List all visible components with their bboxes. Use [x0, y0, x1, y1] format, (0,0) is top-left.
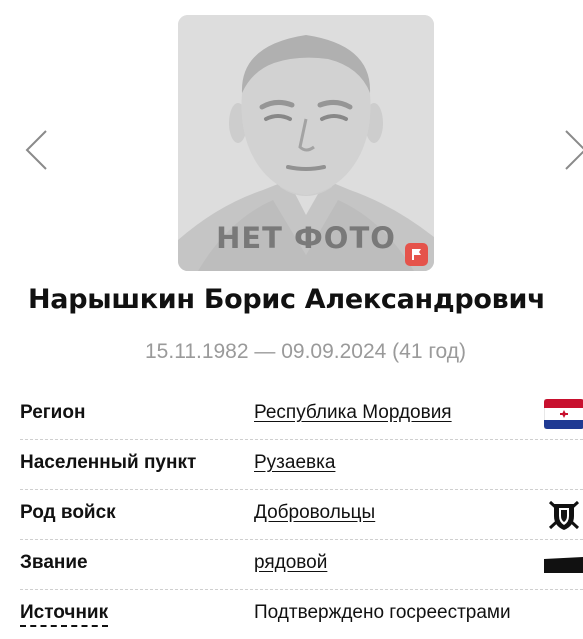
info-label-source[interactable]: Источник [20, 602, 109, 627]
flag-icon[interactable] [405, 243, 428, 266]
info-row-rank: Звание рядовой [20, 540, 583, 590]
info-label-region: Регион [20, 402, 86, 423]
chevron-left-icon[interactable] [24, 128, 50, 172]
info-label-rank: Звание [20, 552, 88, 573]
info-value-source: Подтверждено госреестрами [254, 602, 511, 623]
no-photo-label: НЕТ ФОТО [216, 221, 396, 255]
info-table: Регион Республика Мордовия Населенный пу… [20, 390, 583, 639]
info-row-region: Регион Республика Мордовия [20, 390, 583, 440]
info-row-service-branch: Род войск Добровольцы [20, 490, 583, 540]
person-profile-card: НЕТ ФОТО Нарышкин Борис Александрович 15… [0, 0, 583, 639]
info-label-service-branch: Род войск [20, 502, 116, 523]
life-dates: 15.11.1982 — 09.09.2024 (41 год) [145, 340, 466, 363]
portrait-placeholder: НЕТ ФОТО [178, 15, 434, 271]
rank-insignia-icon [544, 557, 583, 578]
mordovia-flag-icon [543, 398, 583, 434]
info-row-source: Источник Подтверждено госреестрами [20, 590, 583, 639]
volunteers-emblem-icon [546, 498, 582, 537]
info-link-rank[interactable]: рядовой [254, 552, 327, 574]
person-name: Нарышкин Борис Александрович [28, 284, 546, 315]
chevron-right-icon[interactable] [562, 128, 583, 172]
info-row-settlement: Населенный пункт Рузаевка [20, 440, 583, 490]
info-label-settlement: Населенный пункт [20, 452, 197, 473]
info-link-settlement[interactable]: Рузаевка [254, 452, 335, 474]
info-link-service-branch[interactable]: Добровольцы [254, 502, 375, 524]
info-link-region[interactable]: Республика Мордовия [254, 402, 452, 424]
